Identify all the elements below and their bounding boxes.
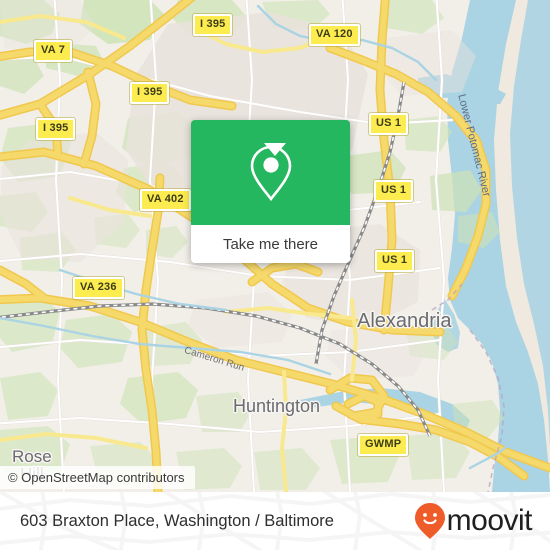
highway-shield[interactable]: I 395 xyxy=(130,82,170,104)
popup-action-button[interactable]: Take me there xyxy=(191,225,350,263)
highway-shield[interactable]: VA 120 xyxy=(309,24,360,46)
map-screenshot: Lower Potomac River Cameron Run I 395 VA… xyxy=(0,0,550,550)
highway-shield[interactable]: US 1 xyxy=(375,250,415,272)
popup-pointer-tail xyxy=(264,143,286,156)
footer-address-title: 603 Braxton Place, Washington / Baltimor… xyxy=(20,511,334,530)
highway-shield[interactable]: US 1 xyxy=(374,180,414,202)
location-popup-card[interactable]: Take me there xyxy=(191,120,350,263)
moovit-smiley-pin-icon xyxy=(414,503,445,539)
footer-bar: 603 Braxton Place, Washington / Baltimor… xyxy=(0,492,550,550)
osm-attribution[interactable]: © OpenStreetMap contributors xyxy=(0,466,195,489)
moovit-brand[interactable]: moovit xyxy=(414,502,533,540)
moovit-wordmark: moovit xyxy=(446,504,533,537)
place-label-rose-hill-line1: Rose xyxy=(12,447,52,466)
highway-shield[interactable]: GWMP xyxy=(358,434,409,456)
place-label-huntington: Huntington xyxy=(233,396,321,416)
highway-shield[interactable]: VA 7 xyxy=(34,40,73,62)
popup-action-label: Take me there xyxy=(222,235,319,253)
place-label-alexandria: Alexandria xyxy=(357,310,452,332)
highway-shield[interactable]: US 1 xyxy=(369,113,409,135)
highway-shield[interactable]: VA 402 xyxy=(140,189,191,211)
highway-shield[interactable]: VA 236 xyxy=(73,277,124,299)
popup-header xyxy=(191,120,350,225)
map-canvas[interactable]: Lower Potomac River Cameron Run I 395 VA… xyxy=(0,0,550,492)
highway-shield[interactable]: I 395 xyxy=(193,14,233,36)
osm-attribution-text: © OpenStreetMap contributors xyxy=(8,470,185,485)
highway-shield[interactable]: I 395 xyxy=(36,118,76,140)
